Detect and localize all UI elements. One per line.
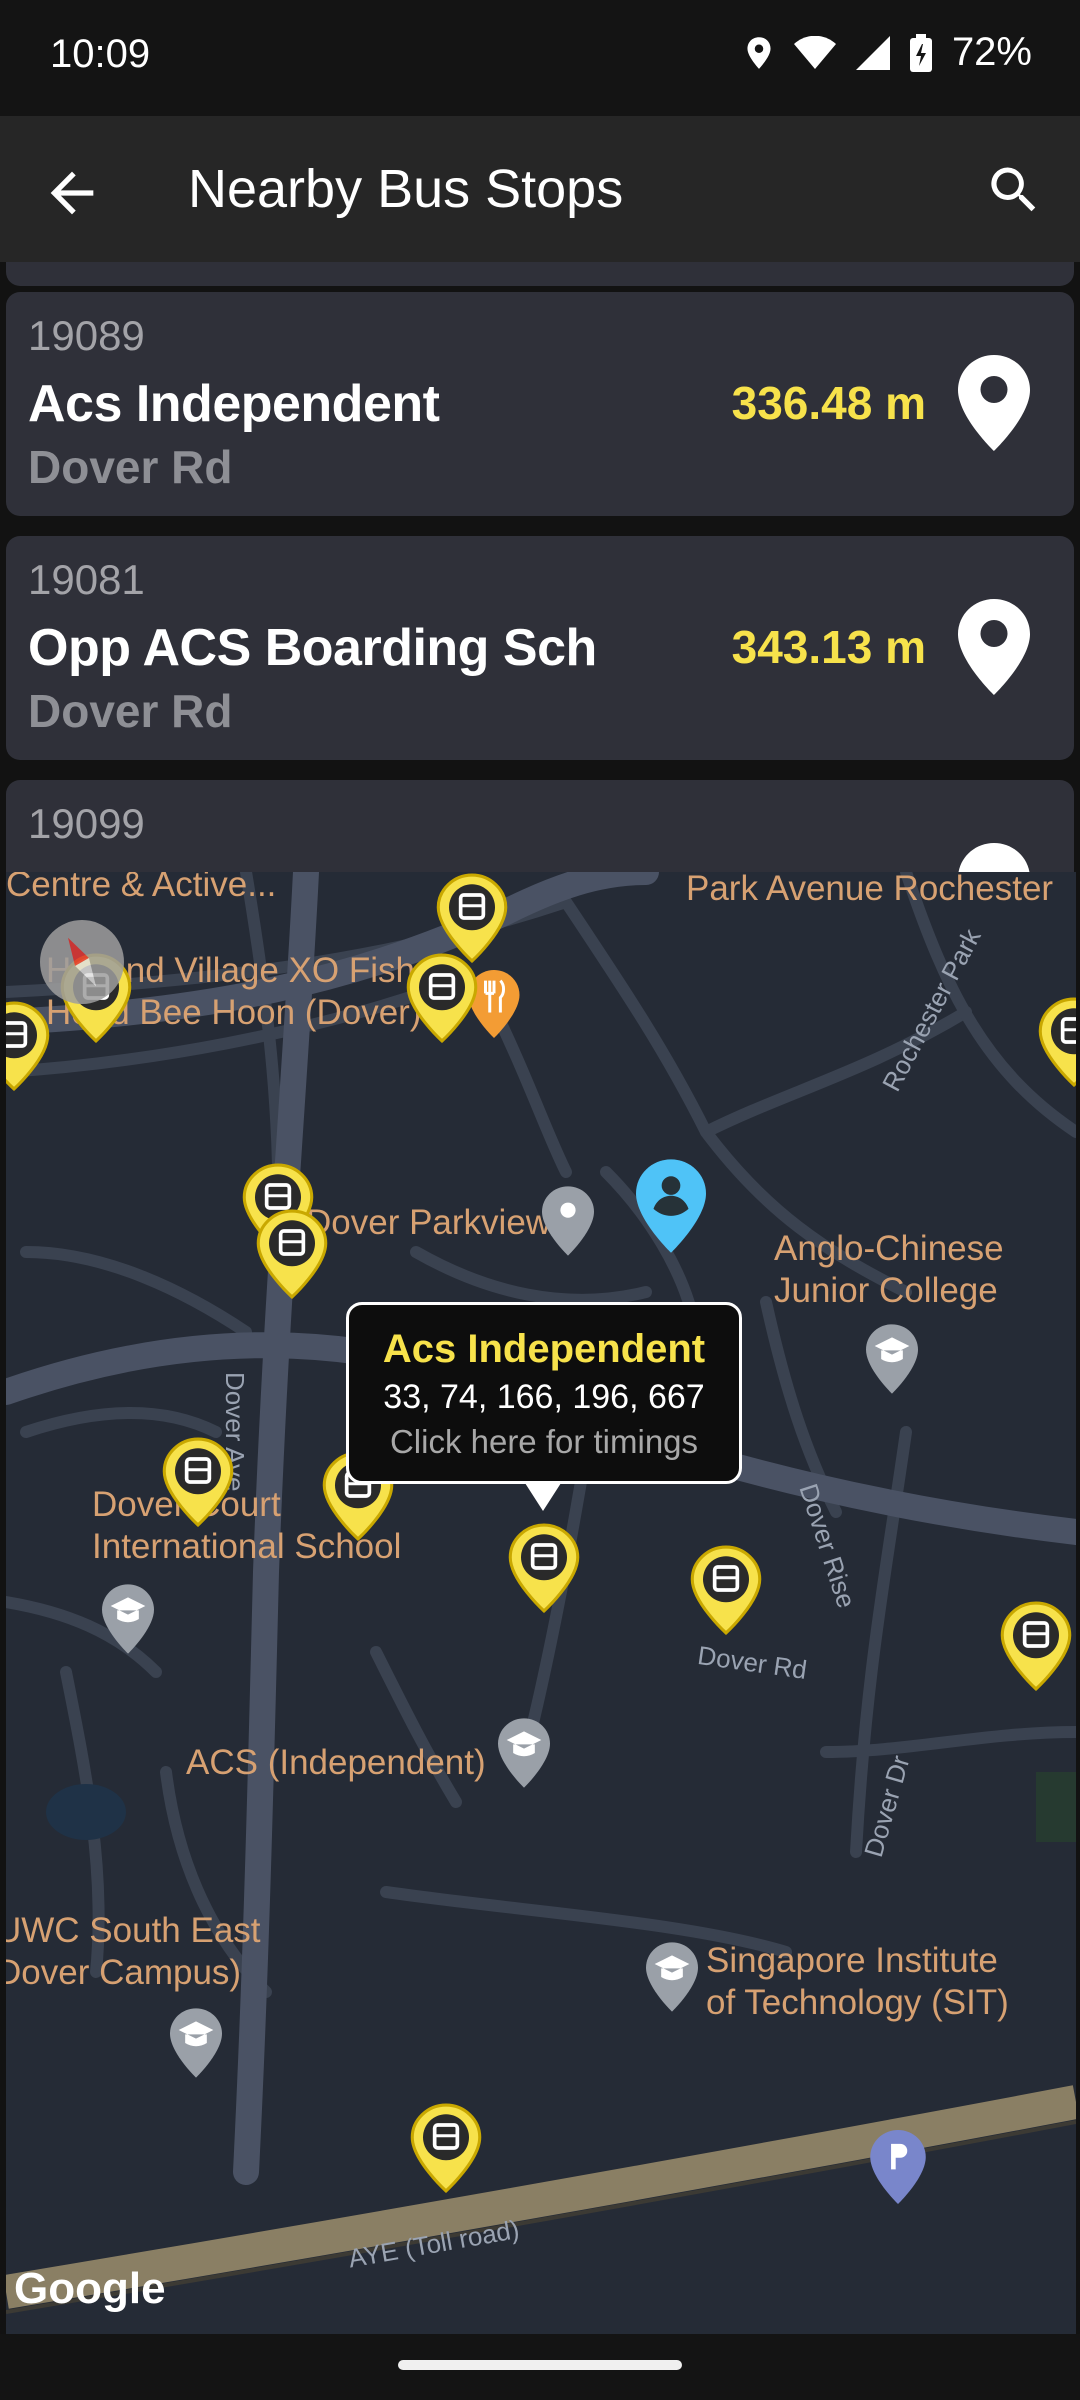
bus-stop-marker[interactable]: [998, 1600, 1074, 1692]
signal-icon: [855, 35, 890, 70]
status-icons: 72%: [744, 30, 1032, 75]
bus-stop-marker[interactable]: [408, 2102, 484, 2194]
bus-stop-card-partial[interactable]: [6, 262, 1074, 286]
place-label: Dover Parkview: [306, 1203, 552, 1242]
parking-icon[interactable]: [870, 2130, 926, 2204]
school-icon[interactable]: [498, 1718, 550, 1788]
location-icon: [747, 36, 771, 69]
status-bar: 10:09 72%: [0, 0, 1080, 116]
school-icon[interactable]: [866, 1324, 918, 1394]
bus-stop-marker[interactable]: [434, 872, 510, 964]
wifi-icon: [793, 35, 836, 69]
stop-name: Acs Independent: [28, 375, 440, 433]
search-icon[interactable]: [984, 160, 1044, 220]
stop-code: 19099: [28, 800, 145, 847]
google-logo: Google: [14, 2264, 166, 2313]
place-pin-icon[interactable]: [542, 1186, 594, 1256]
school-icon[interactable]: [170, 2008, 222, 2078]
stop-code: 19089: [28, 312, 145, 359]
nav-bar: [0, 2334, 1080, 2400]
battery-level: 72%: [951, 30, 1032, 74]
map-pin-icon[interactable]: [958, 598, 1030, 696]
callout-hint[interactable]: Click here for timings: [349, 1423, 739, 1461]
map-pin-icon[interactable]: [958, 842, 1030, 872]
bus-stop-marker[interactable]: [254, 1208, 330, 1300]
stop-info-callout[interactable]: Acs Independent 33, 74, 166, 196, 667 Cl…: [346, 1302, 742, 1511]
bus-stop-marker[interactable]: [688, 1544, 764, 1636]
stop-name: Opp ACS Boarding Sch: [28, 619, 597, 677]
battery-icon: [909, 33, 932, 72]
school-icon[interactable]: [646, 1942, 698, 2012]
place-label: ACS (Independent): [186, 1743, 486, 1782]
compass-button[interactable]: [40, 920, 124, 1004]
stop-distance: 336.48 m: [731, 377, 926, 429]
place-label: Singapore Institute of Technology (SIT): [706, 1941, 1009, 2022]
bus-stop-marker[interactable]: [1036, 996, 1076, 1088]
callout-title: Acs Independent: [382, 1327, 706, 1371]
bus-stop-marker[interactable]: [160, 1436, 236, 1528]
bus-stop-marker[interactable]: [6, 1000, 52, 1092]
stop-road: Dover Rd: [28, 441, 233, 493]
stop-code: 19081: [28, 556, 145, 603]
place-label: Anglo-Chinese Junior College: [774, 1229, 1004, 1310]
bus-stop-marker-selected[interactable]: [506, 1522, 582, 1614]
page-title: Nearby Bus Stops: [188, 159, 624, 219]
status-time: 10:09: [50, 32, 151, 76]
bus-stop-list[interactable]: 19089 Acs Independent Dover Rd 336.48 m …: [0, 262, 1080, 872]
home-handle[interactable]: [398, 2360, 682, 2370]
bus-stop-card-partial[interactable]: 19099: [6, 780, 1074, 872]
map-pin-icon[interactable]: [958, 354, 1030, 452]
app-bar: Nearby Bus Stops: [0, 116, 1080, 262]
user-location-icon[interactable]: [636, 1158, 706, 1254]
back-arrow-icon[interactable]: [40, 161, 104, 225]
school-icon[interactable]: [102, 1584, 154, 1654]
map-view[interactable]: Centre & Active... Park Avenue Rochester…: [6, 872, 1076, 2334]
place-label: UWC South East Dover Campus): [6, 1911, 261, 1992]
bus-stop-marker[interactable]: [404, 952, 480, 1044]
bus-stop-card[interactable]: 19089 Acs Independent Dover Rd 336.48 m: [6, 292, 1074, 516]
bus-stop-card[interactable]: 19081 Opp ACS Boarding Sch Dover Rd 343.…: [6, 536, 1074, 760]
compass-icon: [68, 937, 96, 987]
callout-services: 33, 74, 166, 196, 667: [383, 1378, 705, 1416]
stop-distance: 343.13 m: [731, 621, 926, 673]
place-label: Centre & Active...: [6, 872, 277, 904]
stop-road: Dover Rd: [28, 685, 233, 737]
place-label: Park Avenue Rochester: [686, 872, 1054, 908]
